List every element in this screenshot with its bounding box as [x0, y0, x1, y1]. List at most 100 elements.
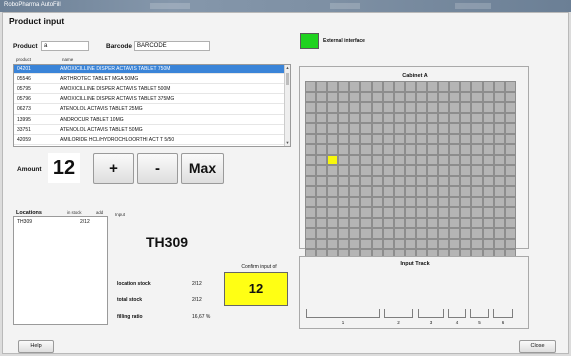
cabinet-cell[interactable]: [305, 102, 317, 113]
cabinet-cell[interactable]: [449, 112, 461, 123]
cabinet-cell[interactable]: [438, 238, 450, 249]
cabinet-cell[interactable]: [427, 186, 439, 197]
cabinet-cell[interactable]: [493, 123, 505, 134]
cabinet-cell[interactable]: [349, 217, 361, 228]
cabinet-cell[interactable]: [482, 123, 494, 134]
cabinet-cell[interactable]: [427, 175, 439, 186]
cabinet-cell[interactable]: [460, 112, 472, 123]
cabinet-cell[interactable]: [327, 102, 339, 113]
cabinet-cell[interactable]: [316, 81, 328, 92]
cabinet-cell[interactable]: [360, 207, 372, 218]
cabinet-cell[interactable]: [449, 217, 461, 228]
cabinet-cell[interactable]: [427, 112, 439, 123]
cabinet-cell[interactable]: [471, 91, 483, 102]
cabinet-cell[interactable]: [382, 144, 394, 155]
cabinet-cell[interactable]: [427, 91, 439, 102]
cabinet-cell[interactable]: [404, 123, 416, 134]
cabinet-cell[interactable]: [404, 81, 416, 92]
cabinet-cell[interactable]: [316, 228, 328, 239]
cabinet-cell[interactable]: [427, 144, 439, 155]
cabinet-cell[interactable]: [415, 207, 428, 218]
cabinet-cell[interactable]: [371, 133, 383, 144]
cabinet-cell[interactable]: [504, 154, 516, 165]
cabinet-cell[interactable]: [415, 165, 428, 176]
cabinet-cell[interactable]: [382, 196, 394, 207]
cabinet-cell[interactable]: [438, 154, 450, 165]
cabinet-cell[interactable]: [316, 238, 328, 249]
cabinet-cell[interactable]: [327, 217, 339, 228]
cabinet-cell[interactable]: [449, 133, 461, 144]
cabinet-cell[interactable]: [504, 102, 516, 113]
cabinet-cell[interactable]: [327, 91, 339, 102]
cabinet-cell[interactable]: [316, 154, 328, 165]
cabinet-cell[interactable]: [360, 91, 372, 102]
confirm-input-button[interactable]: 12: [224, 272, 288, 306]
cabinet-cell[interactable]: [316, 217, 328, 228]
cabinet-cell[interactable]: [427, 207, 439, 218]
cabinet-cell[interactable]: [493, 112, 505, 123]
cabinet-cell[interactable]: [360, 228, 372, 239]
cabinet-cell[interactable]: [504, 207, 516, 218]
cabinet-cell[interactable]: [415, 154, 428, 165]
cabinet-cell[interactable]: [471, 123, 483, 134]
cabinet-cell[interactable]: [382, 217, 394, 228]
cabinet-cell[interactable]: [371, 123, 383, 134]
cabinet-cell[interactable]: [404, 144, 416, 155]
cabinet-cell[interactable]: [504, 144, 516, 155]
cabinet-cell[interactable]: [404, 186, 416, 197]
cabinet-cell[interactable]: [427, 238, 439, 249]
cabinet-cell[interactable]: [382, 165, 394, 176]
cabinet-cell[interactable]: [305, 217, 317, 228]
cabinet-cell[interactable]: [371, 207, 383, 218]
scroll-thumb[interactable]: [286, 73, 289, 85]
cabinet-cell[interactable]: [371, 238, 383, 249]
cabinet-cell[interactable]: [349, 112, 361, 123]
cabinet-cell[interactable]: [382, 102, 394, 113]
cabinet-cell[interactable]: [427, 228, 439, 239]
cabinet-cell[interactable]: [482, 154, 494, 165]
cabinet-cell[interactable]: [316, 165, 328, 176]
cabinet-cell[interactable]: [482, 144, 494, 155]
cabinet-cell[interactable]: [316, 186, 328, 197]
cabinet-cell[interactable]: [382, 175, 394, 186]
cabinet-cell[interactable]: [371, 112, 383, 123]
table-row[interactable]: 04201 AMOXICILLINE DISPER ACTAVIS TABLET …: [14, 65, 285, 75]
cabinet-cell[interactable]: [338, 123, 350, 134]
cabinet-cell[interactable]: [471, 165, 483, 176]
cabinet-cell[interactable]: [316, 207, 328, 218]
cabinet-cell[interactable]: [327, 175, 339, 186]
table-row[interactable]: 42059 AMILORIDE HCL/HYDROCHLOORTHI ACT T …: [14, 136, 285, 145]
cabinet-cell[interactable]: [438, 112, 450, 123]
cabinet-cell[interactable]: [438, 165, 450, 176]
cabinet-cell[interactable]: [305, 186, 317, 197]
cabinet-cell[interactable]: [504, 175, 516, 186]
cabinet-cell[interactable]: [360, 217, 372, 228]
cabinet-cell[interactable]: [504, 112, 516, 123]
cabinet-cell[interactable]: [338, 238, 350, 249]
cabinet-cell[interactable]: [482, 207, 494, 218]
cabinet-cell[interactable]: [493, 217, 505, 228]
cabinet-cell[interactable]: [349, 196, 361, 207]
cabinet-cell[interactable]: [471, 102, 483, 113]
cabinet-cell[interactable]: [504, 196, 516, 207]
cabinet-cell[interactable]: [504, 81, 516, 92]
cabinet-cell[interactable]: [438, 133, 450, 144]
cabinet-cell[interactable]: [493, 196, 505, 207]
cabinet-cell[interactable]: [349, 123, 361, 134]
cabinet-cell[interactable]: [415, 228, 428, 239]
cabinet-cell[interactable]: [371, 228, 383, 239]
cabinet-cell[interactable]: [415, 186, 428, 197]
cabinet-cell[interactable]: [360, 133, 372, 144]
cabinet-cell[interactable]: [404, 196, 416, 207]
scroll-up-icon[interactable]: ▲: [285, 65, 290, 71]
cabinet-cell[interactable]: [349, 144, 361, 155]
cabinet-cell[interactable]: [360, 238, 372, 249]
cabinet-cell[interactable]: [471, 238, 483, 249]
cabinet-cell[interactable]: [360, 112, 372, 123]
cabinet-cell[interactable]: [427, 102, 439, 113]
cabinet-cell[interactable]: [471, 133, 483, 144]
cabinet-cell[interactable]: [404, 165, 416, 176]
cabinet-cell[interactable]: [438, 186, 450, 197]
cabinet-cell[interactable]: [393, 154, 405, 165]
cabinet-cell[interactable]: [504, 165, 516, 176]
